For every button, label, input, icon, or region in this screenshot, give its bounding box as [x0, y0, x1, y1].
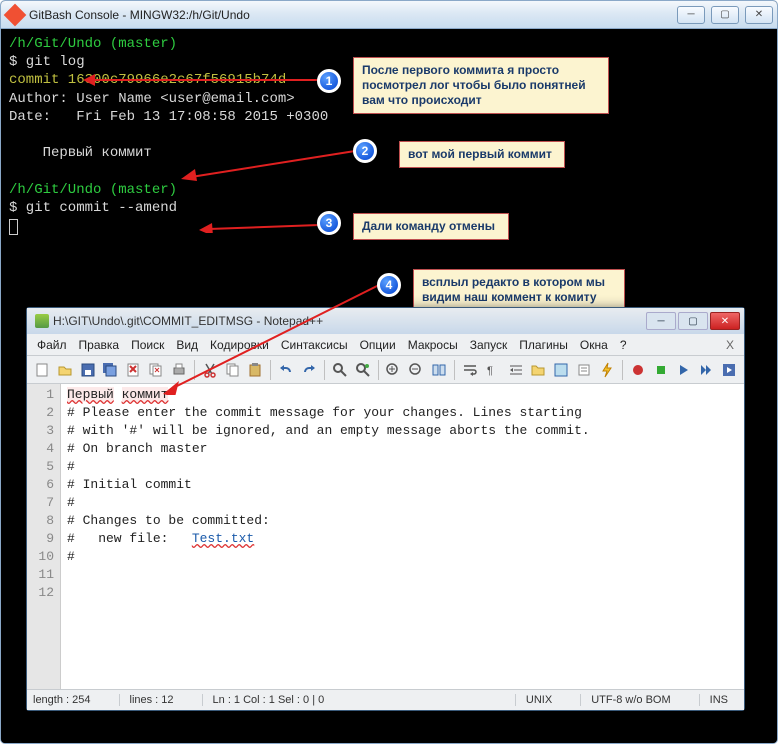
zoom-in-icon[interactable] — [383, 359, 405, 381]
menu-plugins[interactable]: Плагины — [513, 336, 574, 354]
sync-scroll-icon[interactable] — [428, 359, 450, 381]
show-chars-icon[interactable]: ¶ — [482, 359, 504, 381]
blank-line — [9, 126, 769, 144]
wordwrap-icon[interactable] — [459, 359, 481, 381]
paste-icon[interactable] — [244, 359, 266, 381]
toolbar: ¶ — [27, 356, 744, 384]
replace-icon[interactable] — [352, 359, 374, 381]
annotation-bubble-2: 2 — [353, 139, 377, 163]
menu-syntax[interactable]: Синтаксисы — [275, 336, 354, 354]
notepad-icon — [35, 314, 49, 328]
status-length: length : 254 — [33, 694, 101, 706]
status-bar: length : 254 lines : 12 Ln : 1 Col : 1 S… — [27, 690, 744, 710]
gitbash-titlebar[interactable]: GitBash Console - MINGW32:/h/Git/Undo ─ … — [1, 1, 777, 29]
find-icon[interactable] — [329, 359, 351, 381]
annotation-callout-1: После первого коммита я просто посмотрел… — [353, 57, 609, 114]
editor-area[interactable]: 123456789101112 Первый коммит# Please en… — [27, 384, 744, 690]
print-icon[interactable] — [168, 359, 190, 381]
open-file-icon[interactable] — [54, 359, 76, 381]
menu-macros[interactable]: Макросы — [402, 336, 464, 354]
cursor-icon — [9, 219, 18, 235]
close-tab-icon[interactable] — [122, 359, 144, 381]
status-os: UNIX — [515, 694, 562, 706]
cut-icon[interactable] — [199, 359, 221, 381]
notepad-window: H:\GIT\Undo\.git\COMMIT_EDITMSG - Notepa… — [26, 307, 745, 711]
maximize-button[interactable]: ▢ — [711, 6, 739, 24]
stop-macro-icon[interactable] — [650, 359, 672, 381]
undo-icon[interactable] — [275, 359, 297, 381]
status-lines: lines : 12 — [119, 694, 184, 706]
minimize-button[interactable]: ─ — [677, 6, 705, 24]
menu-help[interactable]: ? — [614, 336, 633, 354]
indent-icon[interactable] — [505, 359, 527, 381]
commit-message: Первый коммит — [9, 144, 769, 162]
blank-line — [9, 162, 769, 180]
maximize-button[interactable]: ▢ — [678, 312, 708, 330]
toolbar-btn[interactable] — [550, 359, 572, 381]
new-file-icon[interactable] — [31, 359, 53, 381]
folder-icon[interactable] — [527, 359, 549, 381]
annotation-bubble-3: 3 — [317, 211, 341, 235]
status-encoding: UTF-8 w/o BOM — [580, 694, 680, 706]
menu-bar: Файл Правка Поиск Вид Кодировки Синтакси… — [27, 334, 744, 356]
save-icon[interactable] — [77, 359, 99, 381]
tab-close-icon[interactable]: X — [720, 338, 740, 352]
save-all-icon[interactable] — [99, 359, 121, 381]
play-macro-icon[interactable] — [672, 359, 694, 381]
menu-run[interactable]: Запуск — [464, 336, 514, 354]
window-title: GitBash Console - MINGW32:/h/Git/Undo — [29, 8, 677, 22]
minimize-button[interactable]: ─ — [646, 312, 676, 330]
annotation-callout-3: Дали команду отмены — [353, 213, 509, 240]
svg-text:¶: ¶ — [487, 365, 493, 377]
menu-options[interactable]: Опции — [354, 336, 402, 354]
menu-search[interactable]: Поиск — [125, 336, 170, 354]
notepad-title: H:\GIT\Undo\.git\COMMIT_EDITMSG - Notepa… — [53, 314, 646, 328]
menu-view[interactable]: Вид — [170, 336, 204, 354]
menu-edit[interactable]: Правка — [73, 336, 126, 354]
status-pos: Ln : 1 Col : 1 Sel : 0 | 0 — [202, 694, 497, 706]
zoom-out-icon[interactable] — [405, 359, 427, 381]
menu-file[interactable]: Файл — [31, 336, 73, 354]
window-controls: ─ ▢ ✕ — [677, 6, 773, 24]
save-macro-icon[interactable] — [718, 359, 740, 381]
lightning-icon[interactable] — [596, 359, 618, 381]
annotation-bubble-4: 4 — [377, 273, 401, 297]
annotation-callout-2: вот мой первый коммит — [399, 141, 565, 168]
close-button[interactable]: ✕ — [710, 312, 740, 330]
code-content[interactable]: Первый коммит# Please enter the commit m… — [61, 384, 744, 689]
notepad-titlebar[interactable]: H:\GIT\Undo\.git\COMMIT_EDITMSG - Notepa… — [27, 308, 744, 334]
copy-icon[interactable] — [222, 359, 244, 381]
play-multi-icon[interactable] — [695, 359, 717, 381]
prompt-path: /h/Git/Undo (master) — [9, 181, 769, 199]
menu-windows[interactable]: Окна — [574, 336, 614, 354]
toolbar-btn[interactable] — [573, 359, 595, 381]
annotation-callout-4: всплыл редакто в котором мы видим наш ко… — [413, 269, 625, 311]
menu-encoding[interactable]: Кодировки — [204, 336, 275, 354]
close-button[interactable]: ✕ — [745, 6, 773, 24]
gitbash-window: GitBash Console - MINGW32:/h/Git/Undo ─ … — [0, 0, 778, 744]
close-all-icon[interactable] — [145, 359, 167, 381]
redo-icon[interactable] — [298, 359, 320, 381]
git-icon — [4, 3, 27, 26]
annotation-bubble-1: 1 — [317, 69, 341, 93]
line-gutter: 123456789101112 — [27, 384, 61, 689]
record-macro-icon[interactable] — [627, 359, 649, 381]
prompt-path: /h/Git/Undo (master) — [9, 35, 769, 53]
status-mode: INS — [699, 694, 738, 706]
